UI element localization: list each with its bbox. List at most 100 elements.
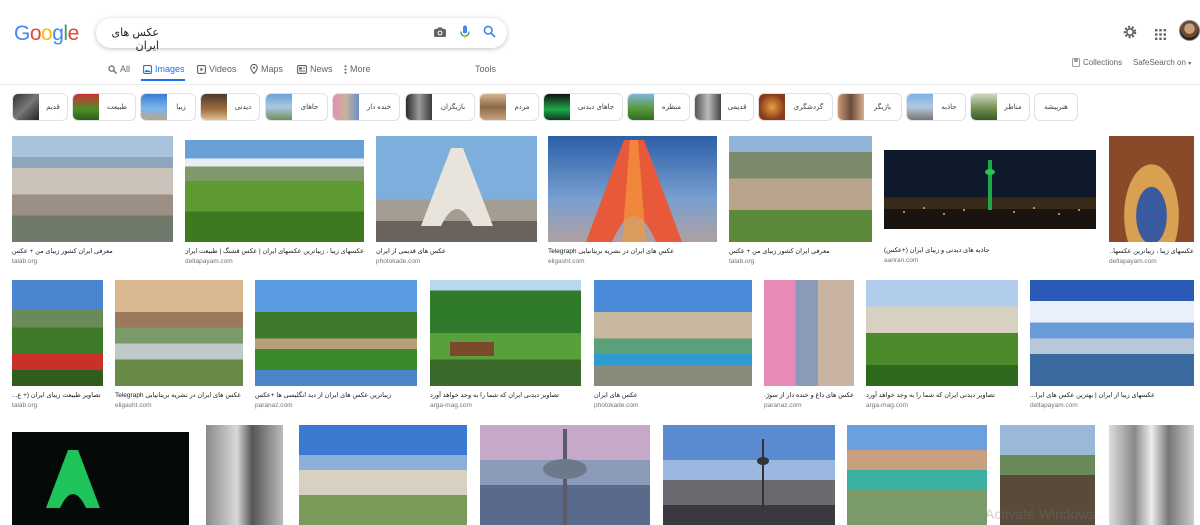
result-image[interactable] <box>255 280 417 386</box>
search-input[interactable]: عکس های ایران <box>96 18 507 52</box>
image-result[interactable]: معرفی ایران کشور زیبای من + عکس talab.or… <box>12 136 173 265</box>
result-source[interactable]: arga-mag.com <box>430 402 581 409</box>
gear-icon[interactable] <box>1123 25 1137 44</box>
result-image[interactable] <box>764 280 854 386</box>
safesearch-toggle[interactable]: SafeSearch on ▾ <box>1133 58 1191 67</box>
image-result[interactable]: عکسهای زیبا ، زیباترین عکسهای ایران | عک… <box>185 140 364 265</box>
image-result[interactable]: معرفی ایران کشور زیبای من + عکس talab.or… <box>729 136 872 265</box>
result-image[interactable] <box>12 280 103 386</box>
result-caption[interactable]: عکس های داغ و خنده دار از سوژ... <box>764 391 854 400</box>
chip-ziba[interactable]: زیبا <box>140 93 196 121</box>
image-result[interactable]: عکس های قدیمی از ایران photokade.com <box>376 136 537 265</box>
result-image[interactable] <box>206 425 283 525</box>
image-result[interactable]: تصاویر دیدنی ایران که شما را به وجد خواه… <box>866 280 1018 409</box>
result-image[interactable] <box>115 280 243 386</box>
result-image[interactable] <box>430 280 581 386</box>
avatar[interactable] <box>1179 20 1200 41</box>
tab-more[interactable]: More <box>344 64 371 74</box>
chip-gardeshgari[interactable]: گردشگری <box>758 93 833 121</box>
chip-manzare[interactable]: منظره <box>627 93 690 121</box>
image-result[interactable] <box>847 425 987 525</box>
chip-khandedar[interactable]: خنده دار <box>332 93 400 121</box>
tools-button[interactable]: Tools <box>475 64 496 74</box>
image-result[interactable]: عکس های ایران photokade.com <box>594 280 752 409</box>
chip-mardom[interactable]: مردم <box>479 93 539 121</box>
image-result[interactable] <box>12 432 189 525</box>
result-image[interactable] <box>866 280 1018 386</box>
image-result[interactable] <box>299 425 467 525</box>
chip-manazer[interactable]: مناظر <box>970 93 1030 121</box>
result-caption[interactable]: معرفی ایران کشور زیبای من + عکس <box>729 247 872 256</box>
search-icon[interactable] <box>483 25 496 43</box>
image-result[interactable]: عکسهای زیبا از ایران | بهترین عکس های ای… <box>1030 280 1194 409</box>
result-image[interactable] <box>1030 280 1194 386</box>
image-result[interactable] <box>663 425 835 525</box>
result-caption[interactable]: جاذبه های دیدنی و زیبای ایران (+عکس) <box>884 246 1096 255</box>
image-result[interactable]: زیباترین عکس های ایران از دید انگلیسی ها… <box>255 280 417 409</box>
chip-qadim[interactable]: قدیم <box>12 93 68 121</box>
tab-news[interactable]: News <box>297 64 333 74</box>
result-source[interactable]: aariran.com <box>884 257 1096 264</box>
result-image[interactable] <box>12 136 173 242</box>
chip-tabiat[interactable]: طبیعت <box>72 93 136 121</box>
result-image[interactable] <box>185 140 364 242</box>
result-caption[interactable]: عکس های قدیمی از ایران <box>376 247 537 256</box>
result-caption[interactable]: تصاویر طبیعت زیبای ایران (+ ع... <box>12 391 103 400</box>
result-source[interactable]: paranaz.com <box>255 402 417 409</box>
chip-bazigaran[interactable]: بازیگران <box>405 93 475 121</box>
google-logo[interactable]: Google <box>14 22 79 46</box>
result-caption[interactable]: عکس های ایران <box>594 391 752 400</box>
result-source[interactable]: eligasht.com <box>548 258 717 265</box>
image-result[interactable]: تصاویر طبیعت زیبای ایران (+ ع... talab.o… <box>12 280 103 409</box>
result-image[interactable] <box>480 425 650 525</box>
image-result[interactable] <box>1109 425 1194 525</box>
tab-all[interactable]: All <box>108 64 130 74</box>
result-source[interactable]: deltapayam.com <box>1109 258 1194 265</box>
result-caption[interactable]: عکسهای زیبا ، زیباترین عکسهای ایران | عک… <box>185 247 364 256</box>
result-image[interactable] <box>1109 136 1194 242</box>
microphone-icon[interactable] <box>460 25 470 44</box>
result-source[interactable]: photokade.com <box>594 402 752 409</box>
result-image[interactable] <box>729 136 872 242</box>
result-source[interactable]: eligasht.com <box>115 402 243 409</box>
image-result[interactable] <box>480 425 650 525</box>
result-source[interactable]: paranaz.com <box>764 402 854 409</box>
result-image[interactable] <box>847 425 987 525</box>
tab-images[interactable]: Images <box>143 64 185 74</box>
result-source[interactable]: talab.org <box>729 258 872 265</box>
search-query-text[interactable]: عکس های ایران <box>96 26 159 52</box>
result-image[interactable] <box>12 432 189 525</box>
chip-bazigar[interactable]: بازیگر <box>837 93 902 121</box>
image-result[interactable]: عکس های ایران در نشریه بریتانیایی Telegr… <box>548 136 717 265</box>
result-caption[interactable]: عکس های ایران در نشریه بریتانیایی Telegr… <box>548 247 717 256</box>
result-caption[interactable]: عکس های ایران در نشریه بریتانیایی Telegr… <box>115 391 243 400</box>
result-source[interactable]: photokade.com <box>376 258 537 265</box>
chip-jazebe[interactable]: جاذبه <box>906 93 966 121</box>
result-image[interactable] <box>884 150 1096 229</box>
tab-maps[interactable]: Maps <box>250 64 283 74</box>
result-image[interactable] <box>594 280 752 386</box>
result-image[interactable] <box>663 425 835 525</box>
result-caption[interactable]: زیباترین عکس های ایران از دید انگلیسی ها… <box>255 391 417 400</box>
chip-honarpishe[interactable]: هنرپیشه <box>1034 93 1078 121</box>
image-result[interactable]: جاذبه های دیدنی و زیبای ایران (+عکس) aar… <box>884 150 1096 264</box>
result-source[interactable]: deltapayam.com <box>185 258 364 265</box>
camera-icon[interactable] <box>433 25 447 43</box>
result-source[interactable]: deltapayam.com <box>1030 402 1194 409</box>
chip-jahaye[interactable]: جاهای <box>265 93 328 121</box>
collections-link[interactable]: Collections <box>1072 58 1122 67</box>
image-result[interactable] <box>206 425 283 525</box>
result-image[interactable] <box>299 425 467 525</box>
apps-grid-icon[interactable] <box>1155 27 1166 45</box>
result-caption[interactable]: معرفی ایران کشور زیبای من + عکس <box>12 247 173 256</box>
tab-videos[interactable]: Videos <box>197 64 236 74</box>
result-caption[interactable]: عکسهای زیبا ، زیباترین عکسها... <box>1109 247 1194 256</box>
image-result[interactable]: تصاویر دیدنی ایران که شما را به وجد خواه… <box>430 280 581 409</box>
result-source[interactable]: arga-mag.com <box>866 402 1018 409</box>
result-source[interactable]: talab.org <box>12 258 173 265</box>
result-image[interactable] <box>1109 425 1194 525</box>
image-result[interactable]: عکسهای زیبا ، زیباترین عکسها... deltapay… <box>1109 136 1194 265</box>
result-caption[interactable]: تصاویر دیدنی ایران که شما را به وجد خواه… <box>866 391 1018 400</box>
result-image[interactable] <box>376 136 537 242</box>
chip-didani[interactable]: دیدنی <box>200 93 260 121</box>
